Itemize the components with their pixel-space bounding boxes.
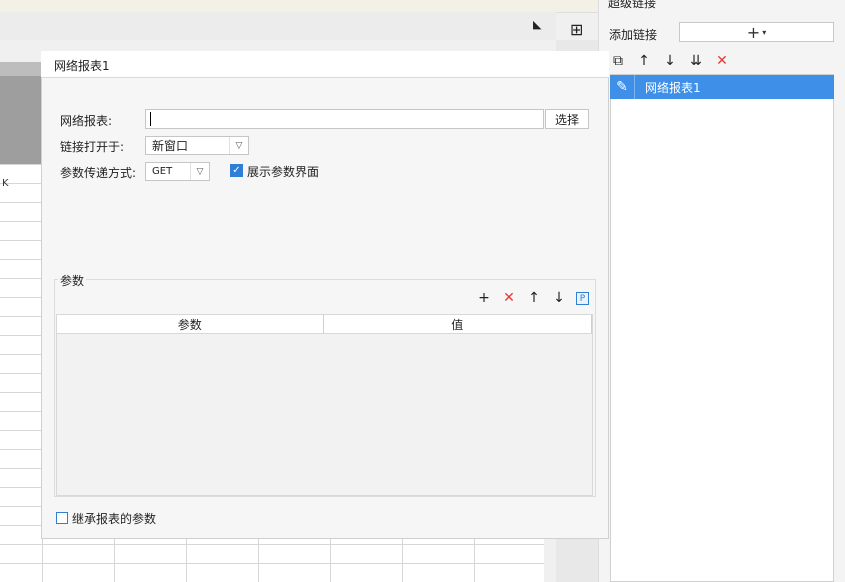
- report-label: 网络报表:: [60, 114, 113, 128]
- link-list-item[interactable]: ✎ 网络报表1: [610, 75, 834, 99]
- delete-icon[interactable]: ✕: [714, 52, 730, 70]
- method-label: 参数传递方式:: [60, 166, 137, 180]
- dialog-title: 网络报表1: [54, 59, 110, 73]
- copy-icon[interactable]: ⧉: [610, 52, 626, 70]
- column-header-value[interactable]: 值: [324, 315, 592, 333]
- open-in-label: 链接打开于:: [60, 140, 125, 154]
- inherit-params-label: 继承报表的参数: [72, 512, 157, 526]
- add-link-button[interactable]: + ▾: [679, 22, 834, 42]
- param-icon[interactable]: P: [576, 292, 589, 305]
- text-caret: [150, 112, 151, 126]
- method-value: GET: [152, 166, 173, 177]
- show-params-label: 展示参数界面: [247, 165, 320, 179]
- method-select[interactable]: GET ▽: [145, 162, 210, 181]
- select-button[interactable]: 选择: [545, 109, 589, 129]
- format-icon[interactable]: ◣: [533, 18, 541, 31]
- column-header-param[interactable]: 参数: [57, 315, 324, 333]
- open-in-select[interactable]: 新窗口 ▽: [145, 136, 249, 155]
- params-group-title: 参数: [58, 272, 87, 289]
- panel-title: 超级链接: [608, 0, 657, 10]
- add-link-label: 添加链接: [609, 28, 658, 42]
- params-toolbar: + ✕ ↑ ↓ P: [476, 290, 589, 307]
- add-icon[interactable]: +: [476, 290, 492, 307]
- link-list: [610, 74, 834, 582]
- inherit-params-checkbox[interactable]: [56, 512, 68, 524]
- params-table-header: 参数 值: [57, 315, 592, 334]
- open-in-value: 新窗口: [152, 139, 189, 153]
- ruler: [0, 62, 42, 76]
- app-toolbar: [0, 12, 556, 40]
- dialog-header: [41, 51, 609, 78]
- params-table[interactable]: [56, 314, 593, 496]
- link-list-toolbar: ⧉ ↑ ↓ ⇊ ✕: [610, 52, 730, 70]
- move-up-icon[interactable]: ↑: [636, 52, 652, 70]
- move-down-icon[interactable]: ↓: [662, 52, 678, 70]
- column-label: K: [2, 178, 9, 189]
- layout-icon[interactable]: ⊞: [570, 20, 583, 39]
- move-down-icon[interactable]: ↓: [551, 290, 567, 307]
- plus-icon: +: [746, 22, 761, 42]
- sort-icon[interactable]: ⇊: [688, 52, 704, 70]
- chevron-down-icon: ▽: [229, 137, 248, 154]
- link-item-label: 网络报表1: [645, 80, 701, 95]
- report-input[interactable]: [145, 109, 544, 129]
- delete-icon[interactable]: ✕: [501, 290, 517, 307]
- pencil-icon: ✎: [610, 75, 635, 99]
- show-params-checkbox[interactable]: ✓: [230, 164, 243, 177]
- sheet-gray-area: [0, 76, 42, 164]
- chevron-down-icon: ▽: [190, 163, 209, 180]
- move-up-icon[interactable]: ↑: [526, 290, 542, 307]
- caret-down-icon: ▾: [762, 27, 767, 37]
